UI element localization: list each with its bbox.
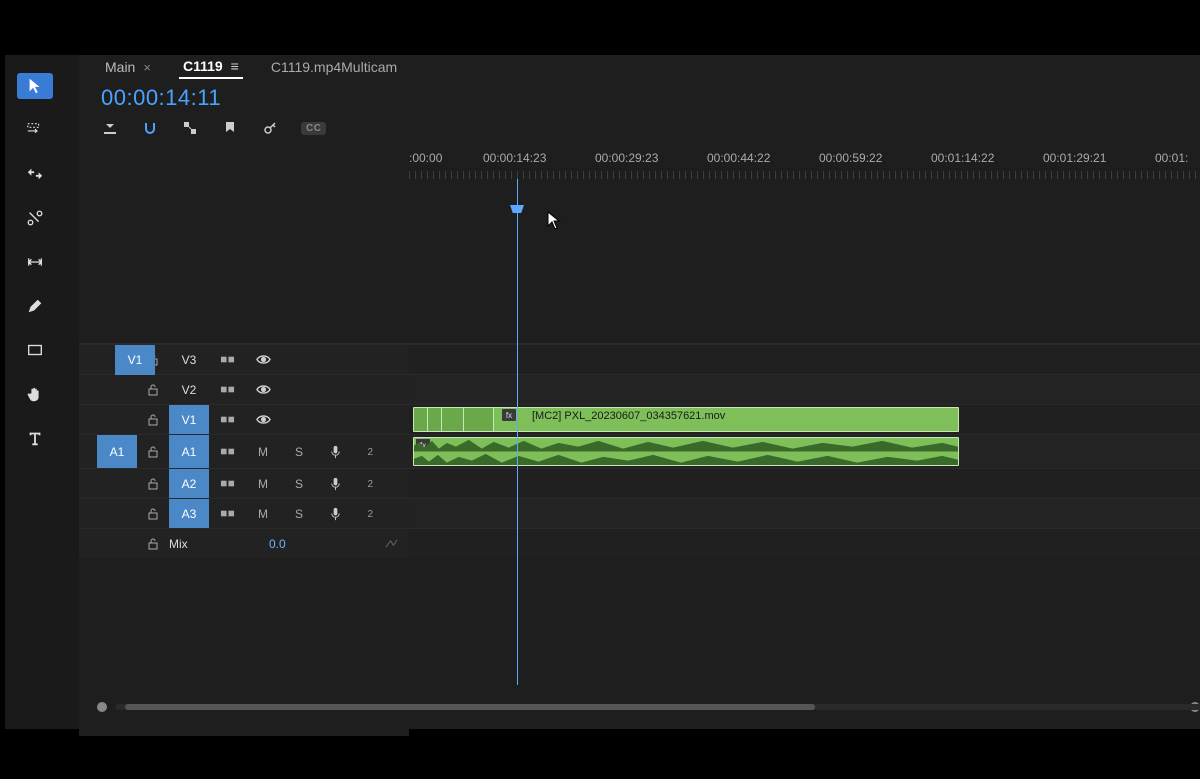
track-v2: V2 (79, 374, 1200, 404)
ruler-tick: 00:00:29:23 (595, 151, 658, 165)
zoom-out-handle[interactable] (97, 702, 107, 712)
sync-lock-icon[interactable] (209, 506, 245, 521)
linked-selection-icon[interactable] (181, 119, 199, 137)
time-ruler[interactable]: :00:00 00:00:14:23 00:00:29:23 00:00:44:22 0… (409, 149, 1200, 179)
lock-icon[interactable] (137, 538, 169, 550)
track-lane[interactable]: fx (409, 435, 1200, 468)
ruler-tick: 00:00:59:22 (819, 151, 882, 165)
mute-toggle[interactable]: M (245, 507, 281, 521)
channel-count: 2 (353, 507, 373, 520)
sync-lock-icon[interactable] (209, 352, 245, 367)
automation-icon[interactable] (373, 536, 409, 551)
toggle-track-output-icon[interactable] (245, 382, 281, 397)
voiceover-icon[interactable] (317, 506, 353, 521)
horizontal-scrollbar[interactable] (97, 699, 1200, 715)
mix-value[interactable]: 0.0 (269, 537, 286, 551)
track-a2: A2 M S 2 (79, 468, 1200, 498)
ruler-tick: 00:00:44:22 (707, 151, 770, 165)
sync-lock-icon[interactable] (209, 382, 245, 397)
tab-c1119[interactable]: C1119 ≡ (179, 55, 243, 79)
tool-strip (5, 55, 65, 729)
channel-count: 2 (353, 477, 373, 490)
video-clip[interactable]: fx fx [MC2] PXL_20230607_034357621.mov (413, 407, 959, 432)
toggle-track-output-icon[interactable] (245, 352, 281, 367)
lock-icon[interactable] (137, 478, 169, 490)
ruler-tick: 00:01:14:22 (931, 151, 994, 165)
snap-icon[interactable] (141, 119, 159, 137)
voiceover-icon[interactable] (317, 444, 353, 459)
track-mix: Mix 0.0 (79, 528, 1200, 558)
track-select-tool[interactable] (17, 117, 53, 143)
toggle-track-output-icon[interactable] (245, 412, 281, 427)
track-target[interactable]: V1 (169, 405, 209, 434)
scroll-thumb[interactable] (125, 704, 815, 710)
ruler-tick: 00:01: (1155, 151, 1188, 165)
track-target[interactable]: V3 (169, 345, 209, 374)
voiceover-icon[interactable] (317, 476, 353, 491)
marker-icon[interactable] (221, 119, 239, 137)
ripple-edit-tool[interactable] (17, 161, 53, 187)
ruler-tick: :00:00 (409, 151, 442, 165)
audio-clip[interactable]: fx (413, 437, 959, 466)
track-v3: V3 V1 (79, 344, 1200, 374)
selection-tool[interactable] (17, 73, 53, 99)
solo-toggle[interactable]: S (281, 507, 317, 521)
fx-badge-icon: fx (502, 409, 516, 421)
lock-icon[interactable] (137, 384, 169, 396)
source-patch-v1[interactable]: V1 (115, 345, 155, 375)
track-v1: V1 fx fx [MC2] PXL_20230607_034357621 (79, 404, 1200, 434)
track-lane[interactable] (409, 469, 1200, 498)
close-icon[interactable]: × (143, 60, 151, 75)
track-target[interactable]: A3 (169, 499, 209, 528)
ruler-tick: 00:01:29:21 (1043, 151, 1106, 165)
channel-count: 2 (353, 445, 373, 458)
track-a3: A3 M S 2 (79, 498, 1200, 528)
lock-icon[interactable] (137, 508, 169, 520)
track-lane[interactable] (409, 375, 1200, 404)
pen-tool[interactable] (17, 293, 53, 319)
track-lane[interactable]: fx fx [MC2] PXL_20230607_034357621.mov (409, 405, 1200, 434)
rate-stretch-tool[interactable] (17, 249, 53, 275)
track-target[interactable]: V2 (169, 375, 209, 404)
track-target[interactable]: A1 (169, 435, 209, 468)
settings-icon[interactable] (261, 119, 279, 137)
type-tool[interactable] (17, 425, 53, 451)
rectangle-tool[interactable] (17, 337, 53, 363)
track-area: V3 V1 V2 (79, 179, 1200, 729)
tab-label: C1119 (183, 58, 223, 74)
timeline-panel: Main × C1119 ≡ C1119.mp4Multicam 00:00:1… (79, 55, 1200, 729)
clip-label: [MC2] PXL_20230607_034357621.mov (532, 410, 725, 422)
tab-label: Main (105, 59, 135, 75)
captions-toggle[interactable]: CC (301, 122, 326, 135)
lock-icon[interactable] (137, 446, 169, 458)
tab-multicam[interactable]: C1119.mp4Multicam (267, 56, 401, 78)
menu-icon[interactable]: ≡ (231, 58, 239, 74)
sync-lock-icon[interactable] (209, 444, 245, 459)
playhead-timecode[interactable]: 00:00:14:11 (79, 79, 1200, 115)
razor-tool[interactable] (17, 205, 53, 231)
track-lane[interactable] (409, 499, 1200, 528)
sequence-toolbar: CC (79, 115, 1200, 149)
sequence-tabs: Main × C1119 ≡ C1119.mp4Multicam (79, 55, 1200, 79)
mute-toggle[interactable]: M (245, 477, 281, 491)
tab-main[interactable]: Main × (101, 56, 155, 78)
solo-toggle[interactable]: S (281, 445, 317, 459)
track-a1: A1 A1 M S 2 fx (79, 434, 1200, 468)
track-lane[interactable] (409, 345, 1200, 374)
mix-label: Mix (169, 537, 209, 551)
mute-toggle[interactable]: M (245, 445, 281, 459)
source-patch[interactable]: A1 (97, 435, 137, 468)
solo-toggle[interactable]: S (281, 477, 317, 491)
track-target[interactable]: A2 (169, 469, 209, 498)
sync-lock-icon[interactable] (209, 412, 245, 427)
tab-label: C1119.mp4Multicam (271, 59, 397, 75)
sync-lock-icon[interactable] (209, 476, 245, 491)
hand-tool[interactable] (17, 381, 53, 407)
insert-icon[interactable] (101, 119, 119, 137)
track-lane[interactable] (409, 529, 1200, 558)
ruler-tick: 00:00:14:23 (483, 151, 546, 165)
lock-icon[interactable] (137, 414, 169, 426)
